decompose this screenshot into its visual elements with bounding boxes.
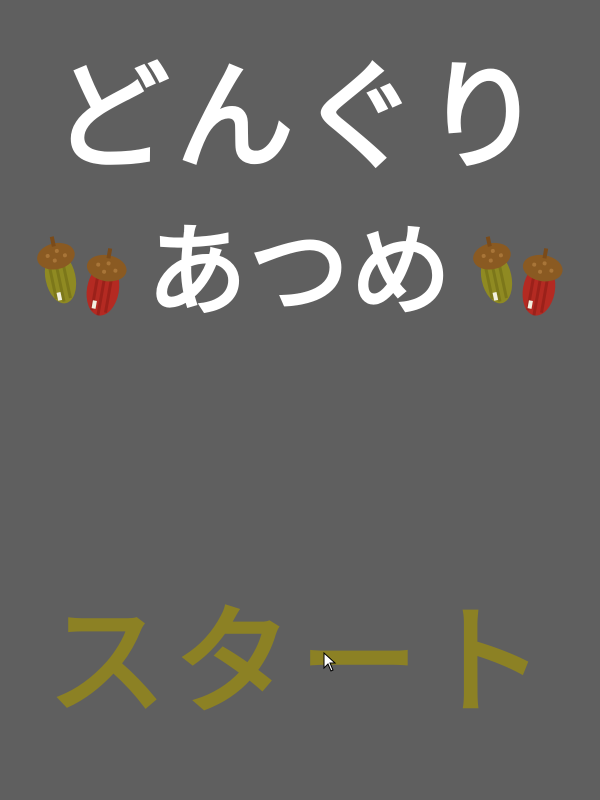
start-button-label: スタート: [47, 593, 552, 731]
acorn-red-icon: [86, 248, 127, 316]
game-title-line-1: どんぐり: [51, 48, 548, 186]
acorn-green-icon: [37, 236, 77, 304]
acorn-green-icon: [473, 236, 513, 304]
acorn-decoration-right: [466, 222, 576, 322]
acorn-red-icon: [522, 248, 563, 316]
title-screen: どんぐり あつめ スタート: [0, 0, 600, 800]
start-button[interactable]: スタート: [40, 592, 560, 732]
acorn-decoration-left: [30, 222, 140, 322]
mouse-pointer-icon: [323, 651, 337, 672]
